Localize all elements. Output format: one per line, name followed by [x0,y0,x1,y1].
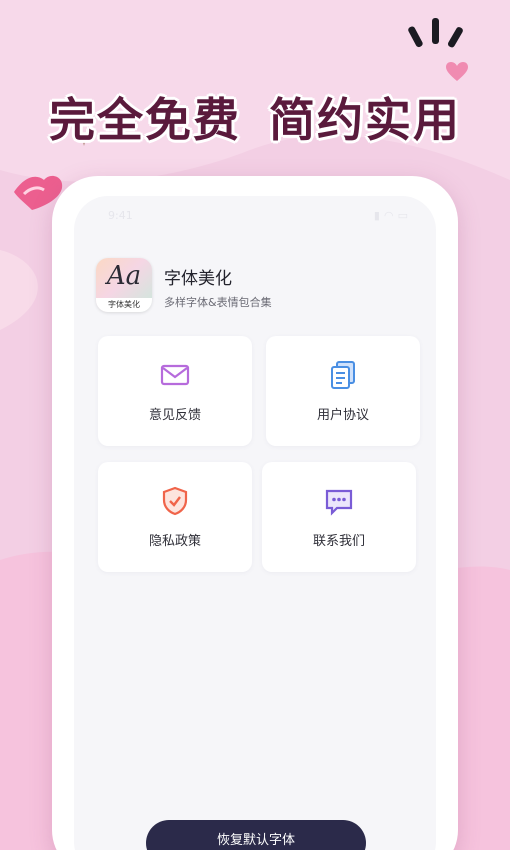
headline-left: 完全免费 [49,93,241,147]
phone-screen: 9:41 ▮◠▭ Aa 字体美化 字体美化 多样字体&表情包合集 意见反馈 用户… [74,196,436,850]
feedback-card[interactable]: 意见反馈 [98,336,252,446]
feedback-label: 意见反馈 [148,408,201,423]
app-logo-glyph: Aa [106,261,142,291]
user-agreement-card[interactable]: 用户协议 [266,336,420,446]
small-heart-icon [446,62,468,81]
shield-icon [162,486,188,516]
app-logo: Aa 字体美化 [96,258,152,312]
document-icon [331,361,355,389]
contact-us-label: 联系我们 [312,534,365,549]
app-logo-label: 字体美化 [96,298,152,312]
app-subtitle: 多样字体&表情包合集 [164,296,272,309]
app-title: 字体美化 [164,269,232,289]
wifi-icon: ◠ [383,209,398,222]
restore-default-font-button[interactable]: 恢复默认字体 [146,820,366,850]
battery-icon: ▭ [397,209,412,222]
chat-icon [325,489,353,516]
privacy-policy-label: 隐私政策 [148,534,201,549]
headline-right: 简约实用 [269,93,461,147]
mail-icon [160,364,190,386]
user-agreement-label: 用户协议 [316,408,369,423]
status-bar: 9:41 ▮◠▭ [74,206,436,226]
privacy-policy-card[interactable]: 隐私政策 [98,462,252,572]
contact-us-card[interactable]: 联系我们 [262,462,416,572]
promo-headline: 完全免费 简约实用 [0,84,510,150]
status-icons: ▮◠▭ [374,209,412,222]
signal-icon: ▮ [373,209,384,222]
burst-icon [408,18,463,48]
status-time: 9:41 [108,209,133,222]
